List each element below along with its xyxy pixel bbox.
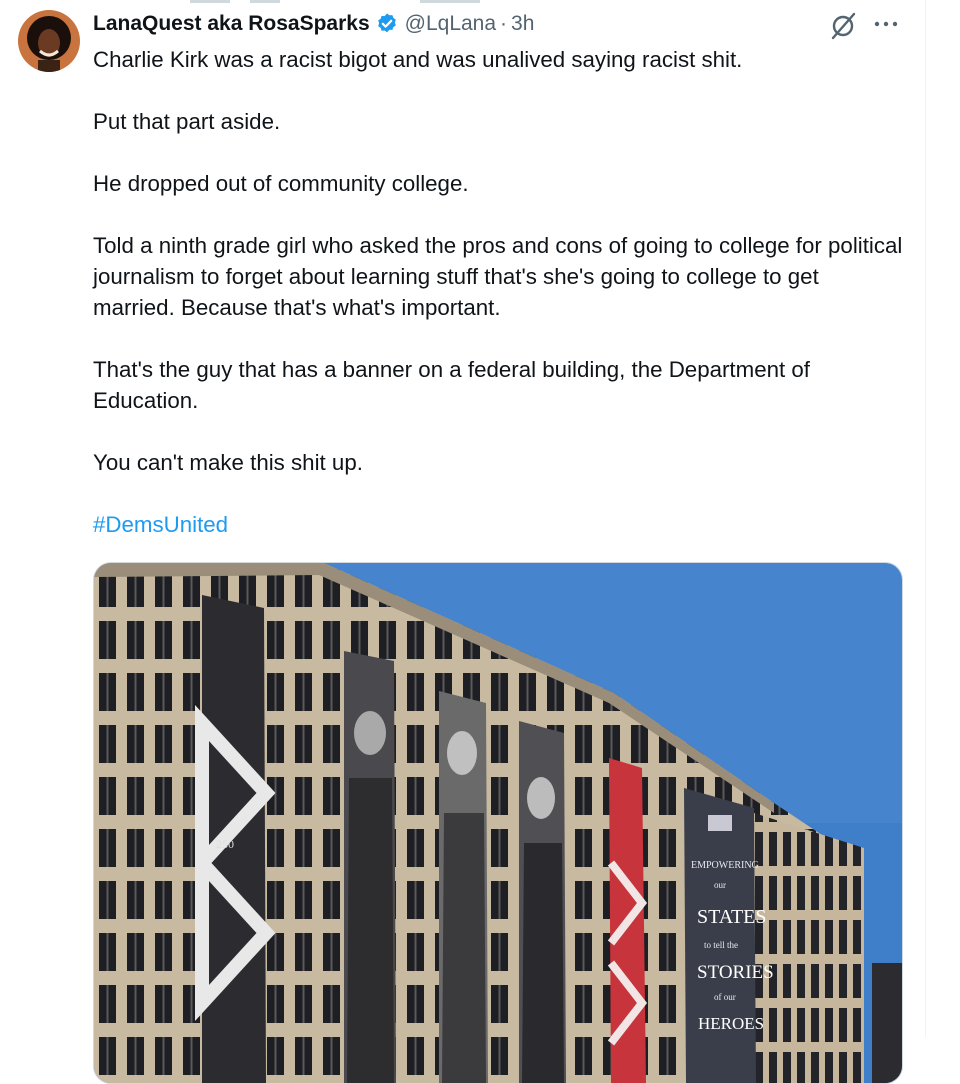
display-name[interactable]: LanaQuest aka RosaSparks [93, 12, 370, 36]
banner-tell-text: to tell the [704, 940, 738, 950]
tweet-text: Charlie Kirk was a racist bigot and was … [93, 44, 903, 571]
banner-portrait-1 [344, 651, 396, 1083]
tweet-paragraph: That's the guy that has a banner on a fe… [93, 357, 817, 413]
tweet-paragraph: Charlie Kirk was a racist bigot and was … [93, 47, 743, 72]
tweet-paragraph: Told a ninth grade girl who asked the pr… [93, 233, 909, 320]
tweet-paragraph: You can't make this shit up. [93, 450, 363, 475]
previous-tweet-fragment [190, 0, 510, 3]
banner-empowering-text: EMPOWERING [691, 860, 759, 871]
hashtag-link[interactable]: #DemsUnited [93, 512, 228, 537]
banner-red [607, 758, 648, 1083]
banner-heroes-text: HEROES [698, 1014, 764, 1033]
timestamp[interactable]: 3h [511, 12, 534, 36]
banner-of-our-text: of our [714, 992, 736, 1002]
banner-our-text: our [714, 880, 726, 890]
profile-photo [18, 10, 80, 72]
banner-stripes: 250 [195, 595, 276, 1083]
building-photo: 250 EMPOWERING our STATES to tell the ST… [94, 563, 902, 1083]
verified-badge-icon [377, 13, 396, 33]
banner-stories-text: STORIES [697, 962, 774, 983]
user-handle[interactable]: @LqLana [405, 12, 496, 36]
tweet-paragraph: Put that part aside. [93, 109, 281, 134]
more-horizontal-icon[interactable] [872, 12, 900, 36]
banner-states-text: STATES [697, 906, 767, 928]
avatar[interactable] [18, 10, 80, 72]
separator-dot: · [500, 12, 508, 35]
tweet-paragraph: He dropped out of community college. [93, 171, 469, 196]
grok-icon[interactable] [828, 11, 858, 41]
banner-250: 250 [216, 837, 234, 851]
timeline-border [925, 0, 926, 1037]
banner-portrait-3 [519, 721, 566, 1083]
tweet-media-image[interactable]: 250 EMPOWERING our STATES to tell the ST… [93, 562, 903, 1084]
tweet-header: LanaQuest aka RosaSparks @LqLana · 3h [93, 9, 534, 39]
banner-portrait-2 [439, 691, 488, 1083]
